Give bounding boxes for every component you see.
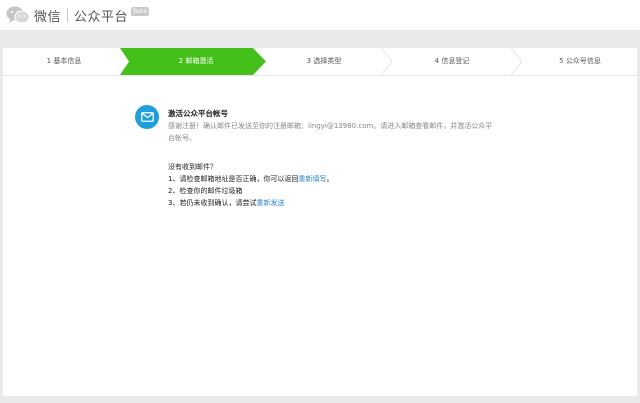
registration-card: 1 基本信息 2 邮箱激活 3 选择类型 4 信息登记 5 公众号信息 激活公众… [3,48,637,396]
resend-email-link[interactable]: 重新发送 [256,199,284,207]
step-info-registration: 4 信息登记 [434,57,470,65]
wechat-logo[interactable]: 微信 公众平台 Beta [6,5,149,25]
step-account-info: 5 公众号信息 [559,57,601,65]
help-item-1: 1、请检查邮箱地址是否正确，你可以返回重新填写。 [168,173,333,185]
step-basic-info: 1 基本信息 [46,57,82,65]
refill-email-link[interactable]: 重新填写 [298,175,326,183]
help-title: 没有收到邮件？ [168,163,217,171]
beta-badge: Beta [131,6,149,16]
wechat-logo-icon [6,6,30,24]
help-section: 没有收到邮件？ 1、请检查邮箱地址是否正确，你可以返回重新填写。 2、检查你的邮… [168,161,333,209]
description-line: 感谢注册！确认邮件已发送至你的注册邮箱：lingyi@13980.com。请进入… [168,122,493,130]
step-divider [511,48,523,75]
step-select-type: 3 选择类型 [306,57,342,65]
step-email-activation: 2 邮箱激活 [178,57,214,65]
header-separator [67,8,69,22]
help-item-text: 1、请检查邮箱地址是否正确，你可以返回 [168,175,299,183]
step-progress-bar: 1 基本信息 2 邮箱激活 3 选择类型 4 信息登记 5 公众号信息 [3,48,637,76]
mail-icon [135,105,159,129]
platform-name: 公众平台 [74,9,129,25]
activation-title: 激活公众平台帐号 [168,109,228,118]
brand-name: 微信 [34,9,62,25]
step-divider [381,48,393,75]
help-item-text: 。 [326,175,334,183]
top-header: 微信 公众平台 Beta [0,0,640,30]
activation-description: 感谢注册！确认邮件已发送至你的注册邮箱：lingyi@13980.com。请进入… [168,120,508,144]
help-item-2: 2、检查你的邮件垃圾箱 [168,187,243,195]
help-item-text: 3、若仍未收到确认，请尝试 [168,199,257,207]
description-line: 台帐号。 [168,134,196,142]
help-item-3: 3、若仍未收到确认，请尝试重新发送 [168,197,333,209]
